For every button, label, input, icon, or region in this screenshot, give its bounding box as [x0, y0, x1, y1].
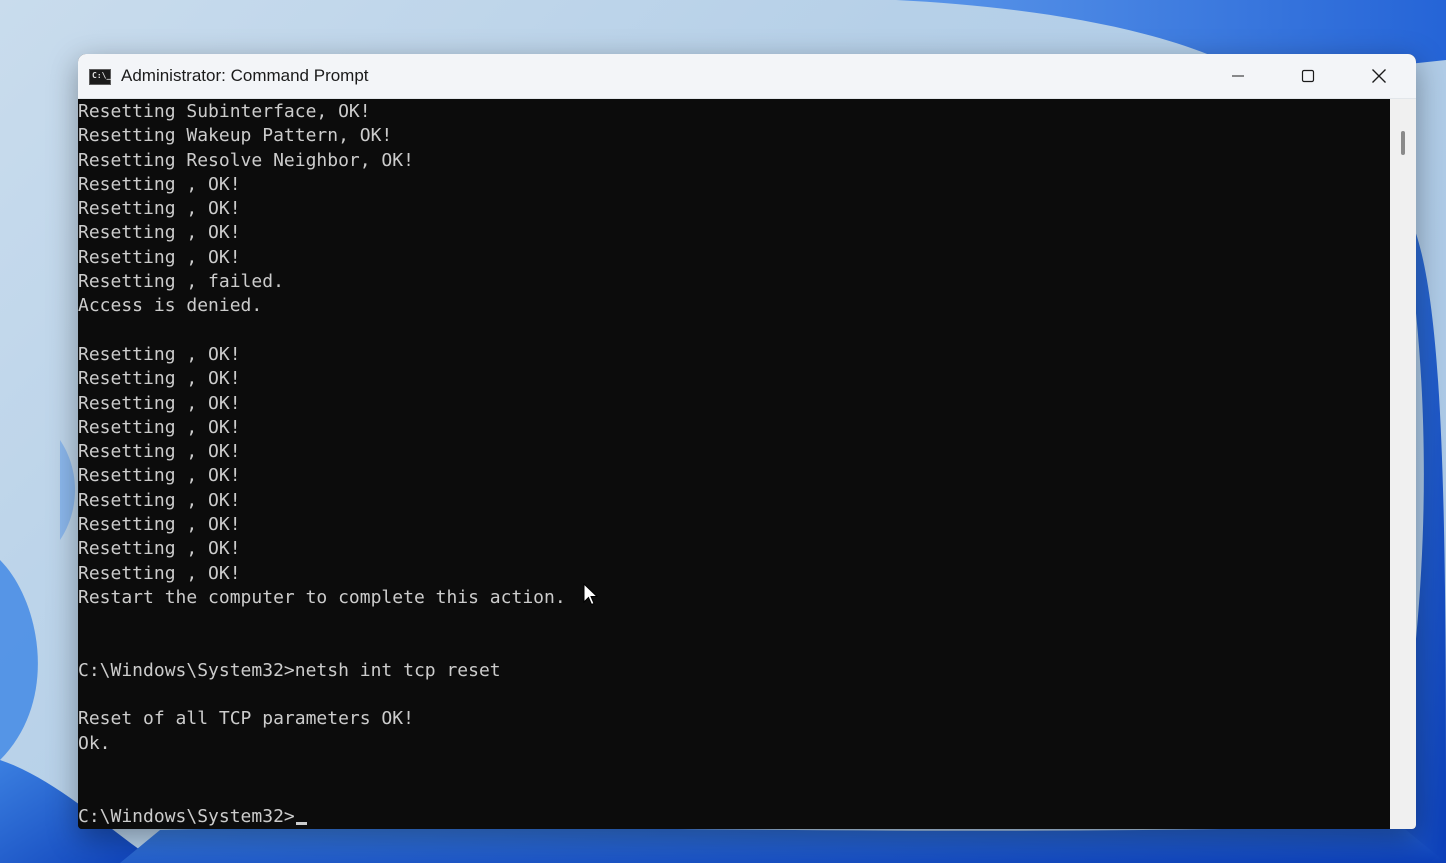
- command-prompt: C:\Windows\System32>: [78, 805, 295, 827]
- console-line: Resetting , OK!: [78, 392, 241, 414]
- window-title: Administrator: Command Prompt: [121, 66, 369, 85]
- scrollbar-thumb[interactable]: [1401, 131, 1405, 155]
- console-line: Resetting , OK!: [78, 514, 241, 536]
- console-line: Restart the computer to complete this ac…: [78, 586, 566, 608]
- console-line: Resetting , OK!: [78, 489, 241, 511]
- console-line: Resetting Resolve Neighbor, OK!: [78, 149, 414, 171]
- command-prompt-window: C:\_ Administrator: Command Prompt Reset…: [78, 54, 1416, 829]
- console-line: Resetting , OK!: [78, 222, 241, 244]
- console-line: Resetting Wakeup Pattern, OK!: [78, 125, 393, 147]
- console-line: Resetting , OK!: [78, 368, 241, 390]
- console-line: Resetting , OK!: [78, 416, 241, 438]
- minimize-icon: [1232, 75, 1244, 77]
- cmd-icon-glyph: C:\_: [92, 71, 112, 80]
- console-line: Resetting , OK!: [78, 538, 241, 560]
- title-bar[interactable]: C:\_ Administrator: Command Prompt: [78, 54, 1416, 99]
- vertical-scrollbar[interactable]: [1390, 99, 1416, 829]
- text-cursor: [295, 821, 307, 825]
- console-line: Resetting , OK!: [78, 465, 241, 487]
- console-lines: Resetting Subinterface, OK! Resetting Wa…: [78, 101, 566, 754]
- console-line: C:\Windows\System32>netsh int tcp reset: [78, 659, 501, 681]
- console-line: Resetting Subinterface, OK!: [78, 101, 371, 122]
- console-output[interactable]: Resetting Subinterface, OK! Resetting Wa…: [78, 99, 1390, 829]
- minimize-button[interactable]: [1203, 54, 1273, 98]
- close-button[interactable]: [1344, 54, 1414, 98]
- close-icon: [1372, 69, 1386, 83]
- cmd-icon[interactable]: C:\_: [89, 69, 111, 85]
- console-line: Resetting , OK!: [78, 562, 241, 584]
- console-line: Reset of all TCP parameters OK!: [78, 708, 414, 730]
- console-line: Resetting , OK!: [78, 441, 241, 463]
- mouse-pointer-icon: [583, 583, 599, 606]
- console-line: Resetting , OK!: [78, 173, 241, 195]
- console-line: Resetting , failed.: [78, 271, 284, 293]
- console-text: Resetting Subinterface, OK! Resetting Wa…: [78, 100, 566, 829]
- maximize-icon: [1301, 69, 1315, 83]
- console-line: Resetting , OK!: [78, 343, 241, 365]
- console-line: Access is denied.: [78, 295, 263, 317]
- maximize-button[interactable]: [1273, 54, 1343, 98]
- console-line: Resetting , OK!: [78, 246, 241, 268]
- console-line: Resetting , OK!: [78, 198, 241, 220]
- console-line: Ok.: [78, 732, 111, 754]
